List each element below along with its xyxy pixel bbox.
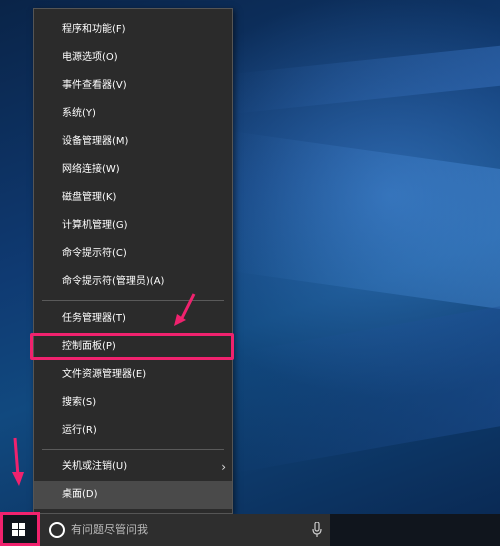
menu-item-device-manager[interactable]: 设备管理器(M) [34,128,232,156]
menu-item-task-manager[interactable]: 任务管理器(T) [34,305,232,333]
menu-item-event-viewer[interactable]: 事件查看器(V) [34,72,232,100]
microphone-icon[interactable] [312,522,322,538]
menu-item-programs-features[interactable]: 程序和功能(F) [34,16,232,44]
winx-context-menu: 程序和功能(F) 电源选项(O) 事件查看器(V) 系统(Y) 设备管理器(M)… [33,8,233,514]
menu-item-desktop[interactable]: 桌面(D) [34,481,232,509]
menu-item-file-explorer[interactable]: 文件资源管理器(E) [34,361,232,389]
menu-item-power-options[interactable]: 电源选项(O) [34,44,232,72]
search-box[interactable]: 有问题尽管问我 [40,514,330,546]
wallpaper-light-beam [230,45,500,115]
menu-item-shutdown-signout[interactable]: 关机或注销(U) › [34,453,232,481]
menu-item-run[interactable]: 运行(R) [34,417,232,445]
menu-item-network-connections[interactable]: 网络连接(W) [34,156,232,184]
wallpaper-light-beam [230,131,500,309]
taskbar: 有问题尽管问我 [0,514,500,546]
pointer-arrow-icon [174,293,196,326]
pointer-arrow-icon [12,437,24,486]
menu-item-disk-management[interactable]: 磁盘管理(K) [34,184,232,212]
control-panel-highlight [30,333,234,360]
start-button-highlight [0,512,40,546]
menu-item-computer-management[interactable]: 计算机管理(G) [34,212,232,240]
menu-item-system[interactable]: 系统(Y) [34,100,232,128]
menu-item-command-prompt-admin[interactable]: 命令提示符(管理员)(A) [34,268,232,296]
menu-item-search[interactable]: 搜索(S) [34,389,232,417]
menu-item-label: 关机或注销(U) [62,461,128,472]
menu-separator [42,449,224,450]
wallpaper-light-beam [230,306,500,474]
cortana-icon [49,522,65,538]
search-placeholder: 有问题尽管问我 [71,523,148,536]
chevron-right-icon: › [221,460,226,474]
menu-item-command-prompt[interactable]: 命令提示符(C) [34,240,232,268]
